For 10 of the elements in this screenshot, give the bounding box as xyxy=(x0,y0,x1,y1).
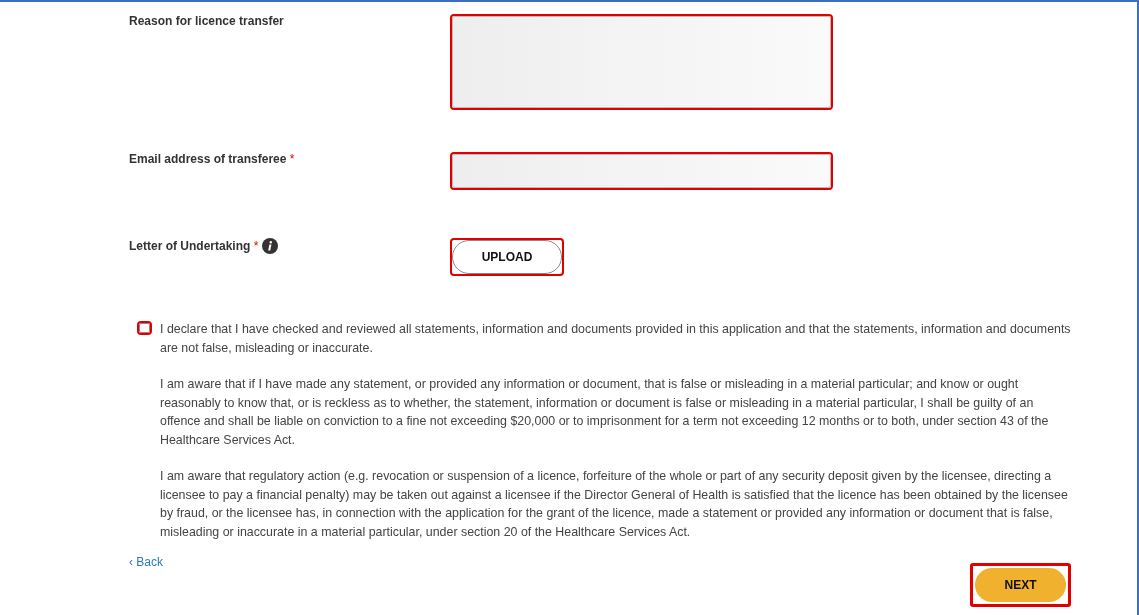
declaration-paragraph: I am aware that regulatory action (e.g. revocation or suspension of a licence, forfeiture of the whole or part of any security deposit given by the licensee, directing a licensee to pay a financial penalty) may be taken out against a licensee if the Director General of Health is satisfied that the licence has been obtained by the licensee by fraud, or the licensee has, in connection with the application for the grant of the licence, made a statement or provided any information or document that is false, misleading or inaccurate in a material particular, under section 20 of the Healthcare Services Act. xyxy=(160,468,1069,541)
field-label: Email address of transferee * xyxy=(129,152,295,166)
declaration-paragraph: I declare that I have checked and reviewed all statements, information and documents provided in this application and that the statements, information and documents are not false, misleading or inaccurate. xyxy=(160,321,1071,357)
next-button[interactable]: NEXT xyxy=(975,568,1066,602)
field-label: Reason for licence transfer xyxy=(129,14,284,28)
field-label: Letter of Undertaking * xyxy=(129,239,259,253)
info-icon[interactable] xyxy=(262,238,279,254)
declaration-paragraph: I am aware that if I have made any statement, or provided any information or document, that is false or misleading in a material particular; and know or ought reasonably to know that, or is reckless as to whether, the statement, information or document is false or misleading in a material particular, I shall be guilty of an offence and shall be liable on conviction to a fine not exceeding $20,000 or to imprisonment for a term not exceeding 12 months or to both, under section 43 of the Healthcare Services Act. xyxy=(160,376,1050,449)
back-link[interactable]: ‹ Back xyxy=(129,555,163,569)
upload-button[interactable]: UPLOAD xyxy=(452,240,562,274)
